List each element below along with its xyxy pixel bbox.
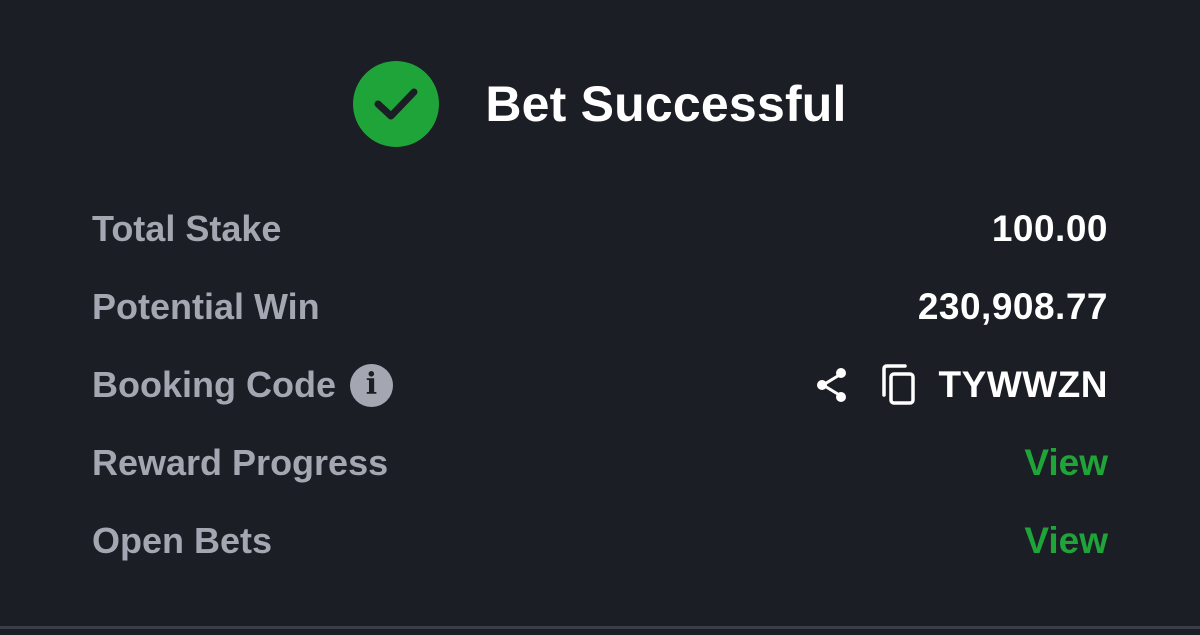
bottom-divider — [0, 626, 1200, 629]
open-bets-view-link[interactable]: View — [1024, 520, 1108, 562]
copy-icon[interactable] — [879, 363, 919, 407]
potential-win-row: Potential Win 230,908.77 — [92, 268, 1108, 346]
bet-status-title: Bet Successful — [485, 76, 847, 132]
bet-details-list: Total Stake 100.00 Potential Win 230,908… — [92, 190, 1108, 580]
booking-code-value-group: TYWWZN — [811, 363, 1108, 407]
info-icon[interactable]: i — [349, 363, 393, 407]
booking-code-value[interactable]: TYWWZN — [939, 364, 1108, 406]
reward-progress-row: Reward Progress View — [92, 424, 1108, 502]
open-bets-label: Open Bets — [92, 520, 273, 561]
total-stake-label: Total Stake — [92, 208, 282, 249]
potential-win-value: 230,908.77 — [917, 286, 1108, 327]
share-icon[interactable] — [811, 364, 853, 406]
open-bets-row: Open Bets View — [92, 502, 1108, 580]
check-circle-icon — [353, 61, 440, 147]
reward-progress-label: Reward Progress — [92, 442, 389, 483]
total-stake-row: Total Stake 100.00 — [92, 190, 1108, 268]
booking-code-label-group: Booking Code i — [92, 363, 393, 407]
potential-win-label: Potential Win — [92, 286, 320, 327]
booking-code-label: Booking Code — [92, 364, 336, 405]
total-stake-value: 100.00 — [991, 208, 1108, 249]
bet-status-header: Bet Successful — [0, 58, 1200, 150]
booking-code-row: Booking Code i TYWWZN — [92, 346, 1108, 424]
bet-confirmation-panel: Bet Successful Total Stake 100.00 Potent… — [0, 0, 1200, 635]
reward-progress-view-link[interactable]: View — [1024, 442, 1108, 484]
